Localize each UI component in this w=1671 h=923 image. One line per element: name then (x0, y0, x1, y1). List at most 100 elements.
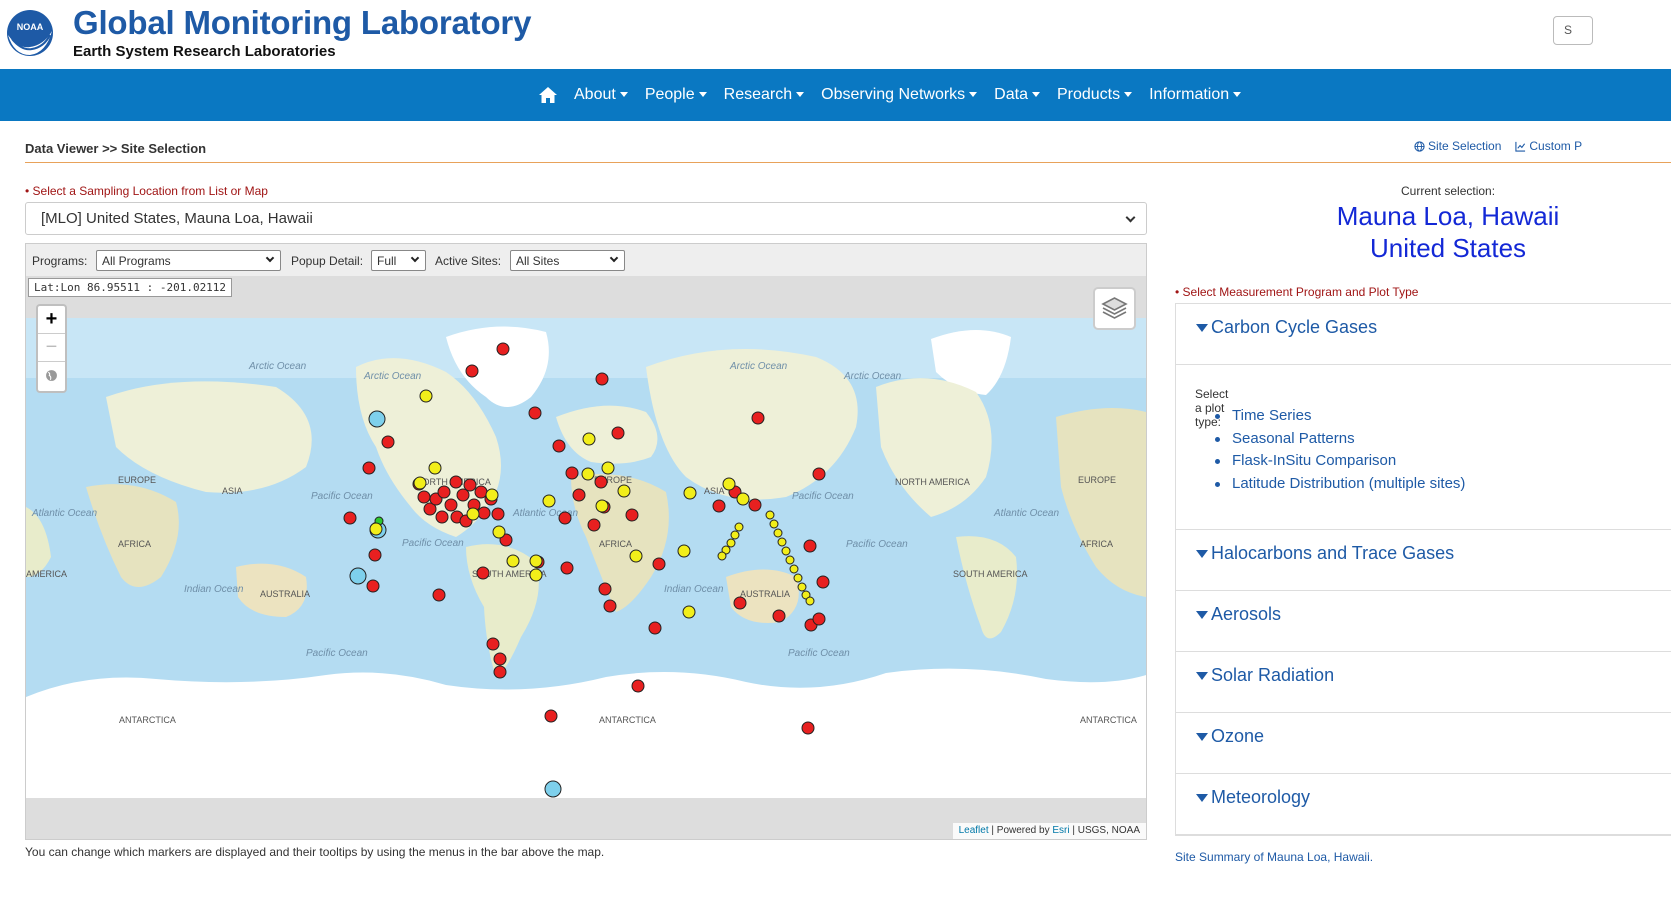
zoom-out-button[interactable]: − (38, 334, 65, 362)
site-marker[interactable] (734, 522, 744, 532)
site-marker[interactable] (368, 410, 386, 428)
plot-seasonal-patterns-link[interactable]: Seasonal Patterns (1215, 430, 1465, 453)
site-marker[interactable] (712, 499, 726, 513)
site-selection-link[interactable]: Site Selection (1414, 139, 1501, 153)
site-marker[interactable] (611, 426, 625, 440)
site-marker[interactable] (722, 477, 736, 491)
site-marker[interactable] (432, 588, 446, 602)
site-marker[interactable] (560, 561, 574, 575)
site-marker[interactable] (558, 511, 572, 525)
site-marker[interactable] (349, 567, 367, 585)
programs-select[interactable]: All Programs (96, 250, 281, 271)
site-marker[interactable] (797, 582, 807, 592)
custom-plot-link[interactable]: Custom P (1515, 139, 1582, 153)
site-marker[interactable] (751, 411, 765, 425)
site-marker[interactable] (677, 544, 691, 558)
site-marker[interactable] (542, 494, 556, 508)
site-marker[interactable] (682, 605, 696, 619)
site-marker[interactable] (413, 476, 427, 490)
site-marker[interactable] (625, 508, 639, 522)
nav-data[interactable]: Data (994, 86, 1040, 104)
home-icon[interactable] (538, 85, 558, 105)
site-marker[interactable] (528, 406, 542, 420)
site-marker[interactable] (812, 467, 826, 481)
site-marker[interactable] (736, 492, 750, 506)
site-marker[interactable] (486, 637, 500, 651)
popup-detail-select[interactable]: Full (371, 250, 426, 271)
world-map[interactable]: Arctic Ocean Arctic Ocean Arctic Ocean A… (26, 277, 1146, 798)
site-marker[interactable] (631, 679, 645, 693)
plot-flask-insitu-link[interactable]: Flask-InSitu Comparison (1215, 452, 1465, 475)
nav-about[interactable]: About (574, 86, 628, 104)
plot-latitude-distribution-link[interactable]: Latitude Distribution (multiple sites) (1215, 475, 1465, 498)
site-marker[interactable] (529, 568, 543, 582)
site-marker[interactable] (772, 609, 786, 623)
site-marker[interactable] (587, 518, 601, 532)
site-marker[interactable] (777, 537, 787, 547)
site-marker[interactable] (476, 566, 490, 580)
search-input[interactable]: S (1553, 16, 1593, 45)
site-marker[interactable] (617, 484, 631, 498)
nav-observing-networks[interactable]: Observing Networks (821, 86, 978, 104)
site-marker[interactable] (419, 389, 433, 403)
site-marker[interactable] (805, 596, 815, 606)
site-marker[interactable] (748, 498, 762, 512)
site-marker[interactable] (733, 596, 747, 610)
site-marker[interactable] (428, 461, 442, 475)
site-marker[interactable] (781, 546, 791, 556)
site-marker[interactable] (793, 573, 803, 583)
site-marker[interactable] (801, 721, 815, 735)
site-marker[interactable] (629, 549, 643, 563)
site-marker[interactable] (493, 652, 507, 666)
noaa-logo[interactable]: NOAA (6, 9, 54, 57)
site-marker[interactable] (529, 554, 543, 568)
site-marker[interactable] (803, 539, 817, 553)
site-marker[interactable] (765, 510, 775, 520)
site-marker[interactable] (598, 582, 612, 596)
site-marker[interactable] (789, 564, 799, 574)
site-marker[interactable] (572, 488, 586, 502)
site-marker[interactable] (477, 506, 491, 520)
program-aerosols[interactable]: Aerosols (1176, 591, 1671, 652)
site-marker[interactable] (343, 511, 357, 525)
site-marker[interactable] (769, 519, 779, 529)
site-marker[interactable] (496, 342, 510, 356)
site-marker[interactable] (366, 579, 380, 593)
site-marker[interactable] (417, 490, 431, 504)
site-marker[interactable] (544, 780, 562, 798)
site-marker[interactable] (449, 475, 463, 489)
program-meteorology[interactable]: Meteorology (1176, 774, 1671, 835)
esri-link[interactable]: Esri (1052, 825, 1069, 836)
nav-people[interactable]: People (645, 86, 707, 104)
reset-view-button[interactable] (38, 362, 65, 390)
site-marker[interactable] (652, 557, 666, 571)
program-halocarbons[interactable]: Halocarbons and Trace Gases (1176, 530, 1671, 591)
site-marker[interactable] (582, 432, 596, 446)
plot-time-series-link[interactable]: Time Series (1215, 407, 1465, 430)
site-marker[interactable] (648, 621, 662, 635)
site-marker[interactable] (437, 485, 451, 499)
site-marker[interactable] (595, 372, 609, 386)
nav-research[interactable]: Research (724, 86, 805, 104)
site-marker[interactable] (594, 475, 608, 489)
location-select[interactable]: [MLO] United States, Mauna Loa, Hawaii (25, 202, 1147, 235)
site-marker[interactable] (812, 612, 826, 626)
site-marker[interactable] (785, 555, 795, 565)
site-marker[interactable] (565, 466, 579, 480)
leaflet-link[interactable]: Leaflet (959, 825, 989, 836)
active-sites-select[interactable]: All Sites (510, 250, 625, 271)
program-ozone[interactable]: Ozone (1176, 713, 1671, 774)
site-marker[interactable] (730, 530, 740, 540)
site-marker[interactable] (362, 461, 376, 475)
site-marker[interactable] (816, 575, 830, 589)
site-marker[interactable] (726, 538, 736, 548)
site-marker[interactable] (603, 599, 617, 613)
site-marker[interactable] (717, 551, 727, 561)
site-marker[interactable] (683, 486, 697, 500)
site-marker[interactable] (544, 709, 558, 723)
site-marker[interactable] (552, 439, 566, 453)
site-marker[interactable] (485, 488, 499, 502)
site-marker[interactable] (435, 510, 449, 524)
zoom-in-button[interactable]: + (38, 306, 65, 334)
site-title[interactable]: Global Monitoring Laboratory (73, 4, 531, 42)
